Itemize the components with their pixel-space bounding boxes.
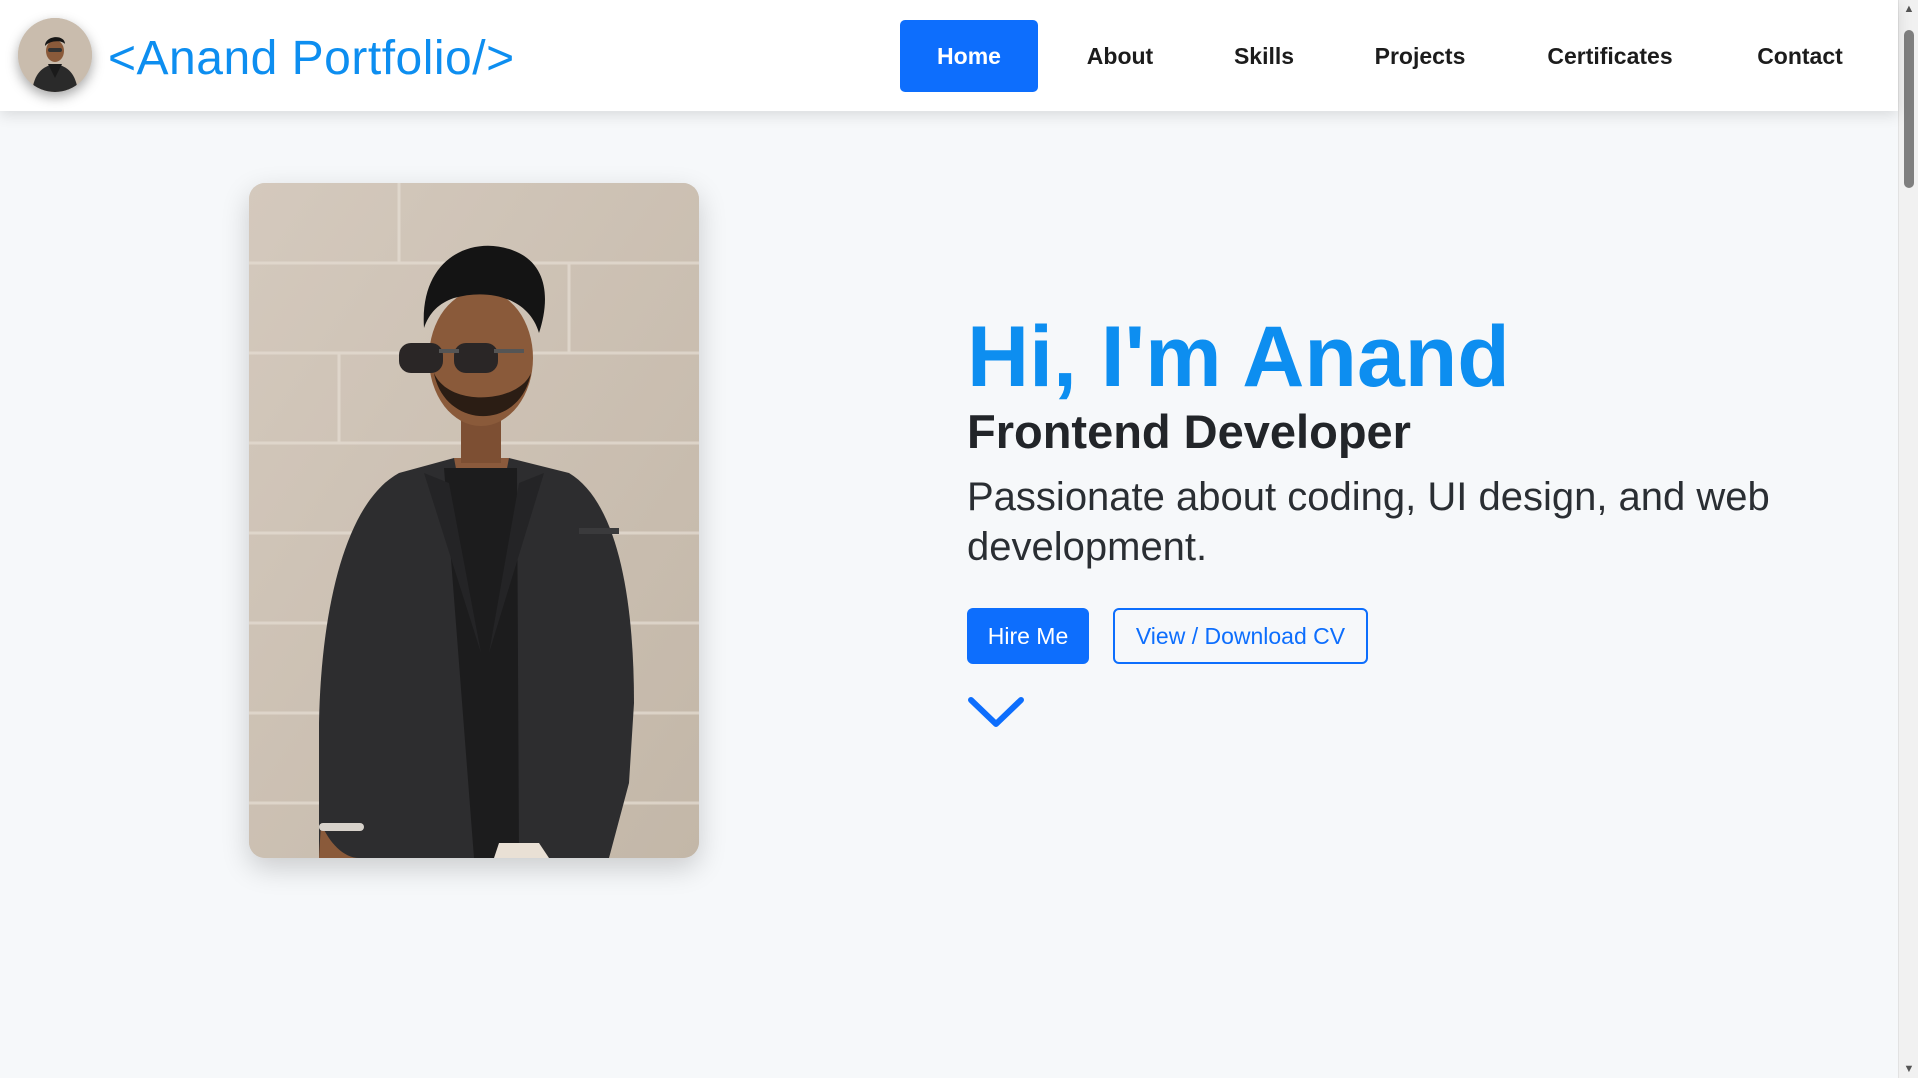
hero-actions: Hire Me View / Download CV (967, 608, 1787, 664)
hire-me-button[interactable]: Hire Me (967, 608, 1089, 664)
nav-projects[interactable]: Projects (1346, 20, 1494, 92)
hero-section: Hi, I'm Anand Frontend Developer Passion… (967, 310, 1787, 664)
hero-greeting: Hi, I'm Anand (967, 309, 1510, 405)
nav-skills[interactable]: Skills (1202, 20, 1326, 92)
main-nav: Home About Skills Projects Certificates Conta… (0, 20, 1898, 92)
download-cv-button[interactable]: View / Download CV (1113, 608, 1368, 664)
hero-role: Frontend Developer (967, 405, 1411, 458)
scroll-down-arrow-icon[interactable]: ▼ (1899, 1060, 1918, 1078)
scroll-thumb[interactable] (1904, 30, 1914, 188)
nav-certificates[interactable]: Certificates (1514, 20, 1706, 92)
nav-home[interactable]: Home (900, 20, 1038, 92)
chevron-down-icon[interactable] (967, 694, 1025, 730)
hero-portrait-photo (249, 183, 699, 858)
scroll-up-arrow-icon[interactable]: ▲ (1899, 0, 1918, 18)
scrollbar[interactable]: ▲ ▼ (1898, 0, 1918, 1078)
portfolio-page: <Anand Portfolio/> Home About Skills Projec… (0, 0, 1918, 1078)
portrait-image (249, 183, 699, 858)
navbar: <Anand Portfolio/> Home About Skills Projec… (0, 0, 1898, 111)
nav-about[interactable]: About (1058, 20, 1182, 92)
hero-description: Passionate about coding, UI design, and … (967, 475, 1770, 569)
nav-contact[interactable]: Contact (1726, 20, 1874, 92)
